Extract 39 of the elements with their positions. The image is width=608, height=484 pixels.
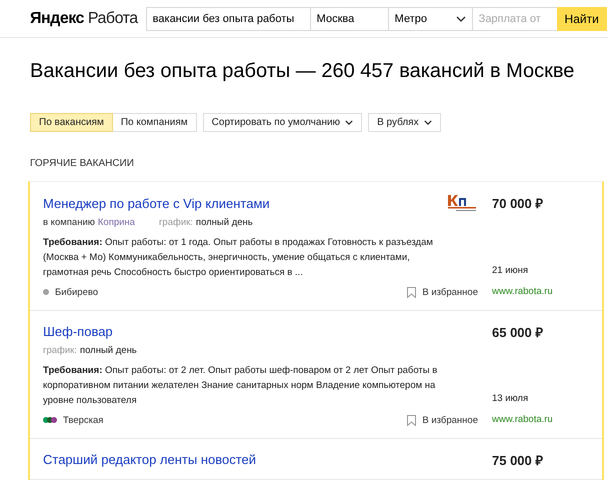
chevron-down-icon: [345, 120, 354, 125]
site-logo[interactable]: Яндекс Работа: [30, 10, 138, 28]
requirements-text: Требования: Опыт работы: от 1 года. Опыт работы в продажах Готовность к разъездам (Москва + Мо) Коммуникабельность, энергичность, умение общаться с клиентами, грамотная речь Способность быстро ориентироваться в ...: [43, 236, 434, 280]
salary-field[interactable]: Зарплата от: [472, 6, 557, 30]
vacancy-date: 13 июля: [492, 393, 530, 404]
favorite-button[interactable]: В избранное: [407, 286, 478, 298]
company-link[interactable]: Коприна: [98, 216, 135, 229]
favorite-button[interactable]: В избранное: [407, 414, 478, 426]
view-tab[interactable]: По вакансиям: [30, 113, 113, 132]
chevron-down-icon: [424, 120, 432, 125]
vacancy-title-link[interactable]: Старший редактор ленты новостей: [43, 451, 256, 468]
chevron-down-icon: [456, 16, 466, 22]
metro-station: Бибирево: [55, 286, 98, 298]
view-tab[interactable]: По компаниям: [112, 113, 197, 132]
requirements-text: Требования: Опыт работы: от 2 лет. Опыт работы шеф-поваром от 2 лет Опыт работы в корпоративном питании желателен Знание санитарных норм Владение компьютером на уровне пользователя: [43, 364, 438, 408]
schedule-value: полный день: [196, 216, 253, 229]
schedule-label: график:: [43, 344, 77, 357]
source-link[interactable]: www.rabota.ru: [492, 412, 602, 428]
dropdown-button[interactable]: Сортировать по умолчанию: [202, 113, 362, 132]
company-prefix: в компанию: [43, 216, 95, 229]
metro-select[interactable]: Метро: [388, 6, 472, 30]
schedule-label: график:: [158, 216, 193, 229]
source-link[interactable]: www.rabota.ru: [492, 284, 602, 300]
vacancy-title-link[interactable]: Шеф-повар: [43, 323, 113, 340]
vacancy-date: 21 июня: [492, 265, 530, 276]
metro-station: Тверская: [63, 414, 104, 426]
salary: 70 000 ₽: [492, 195, 544, 212]
query-field[interactable]: вакансии без опыта работы: [146, 6, 310, 30]
page-heading: Вакансии без опыта работы — 260 457 вакансий в Москве: [30, 60, 576, 83]
dropdown-button[interactable]: В рублях: [368, 113, 441, 132]
search-button[interactable]: Найти: [556, 6, 607, 30]
city-field[interactable]: Москва: [310, 6, 388, 30]
salary: 65 000 ₽: [492, 324, 544, 341]
bookmark-icon: [407, 286, 416, 298]
bookmark-icon: [407, 414, 416, 426]
vacancy-title-link[interactable]: Менеджер по работе с Vip клиентами: [43, 194, 270, 212]
schedule-value: полный день: [80, 344, 137, 357]
salary: 75 000 ₽: [492, 452, 544, 469]
section-title: ГОРЯЧИЕ ВАКАНСИИ: [30, 158, 135, 169]
